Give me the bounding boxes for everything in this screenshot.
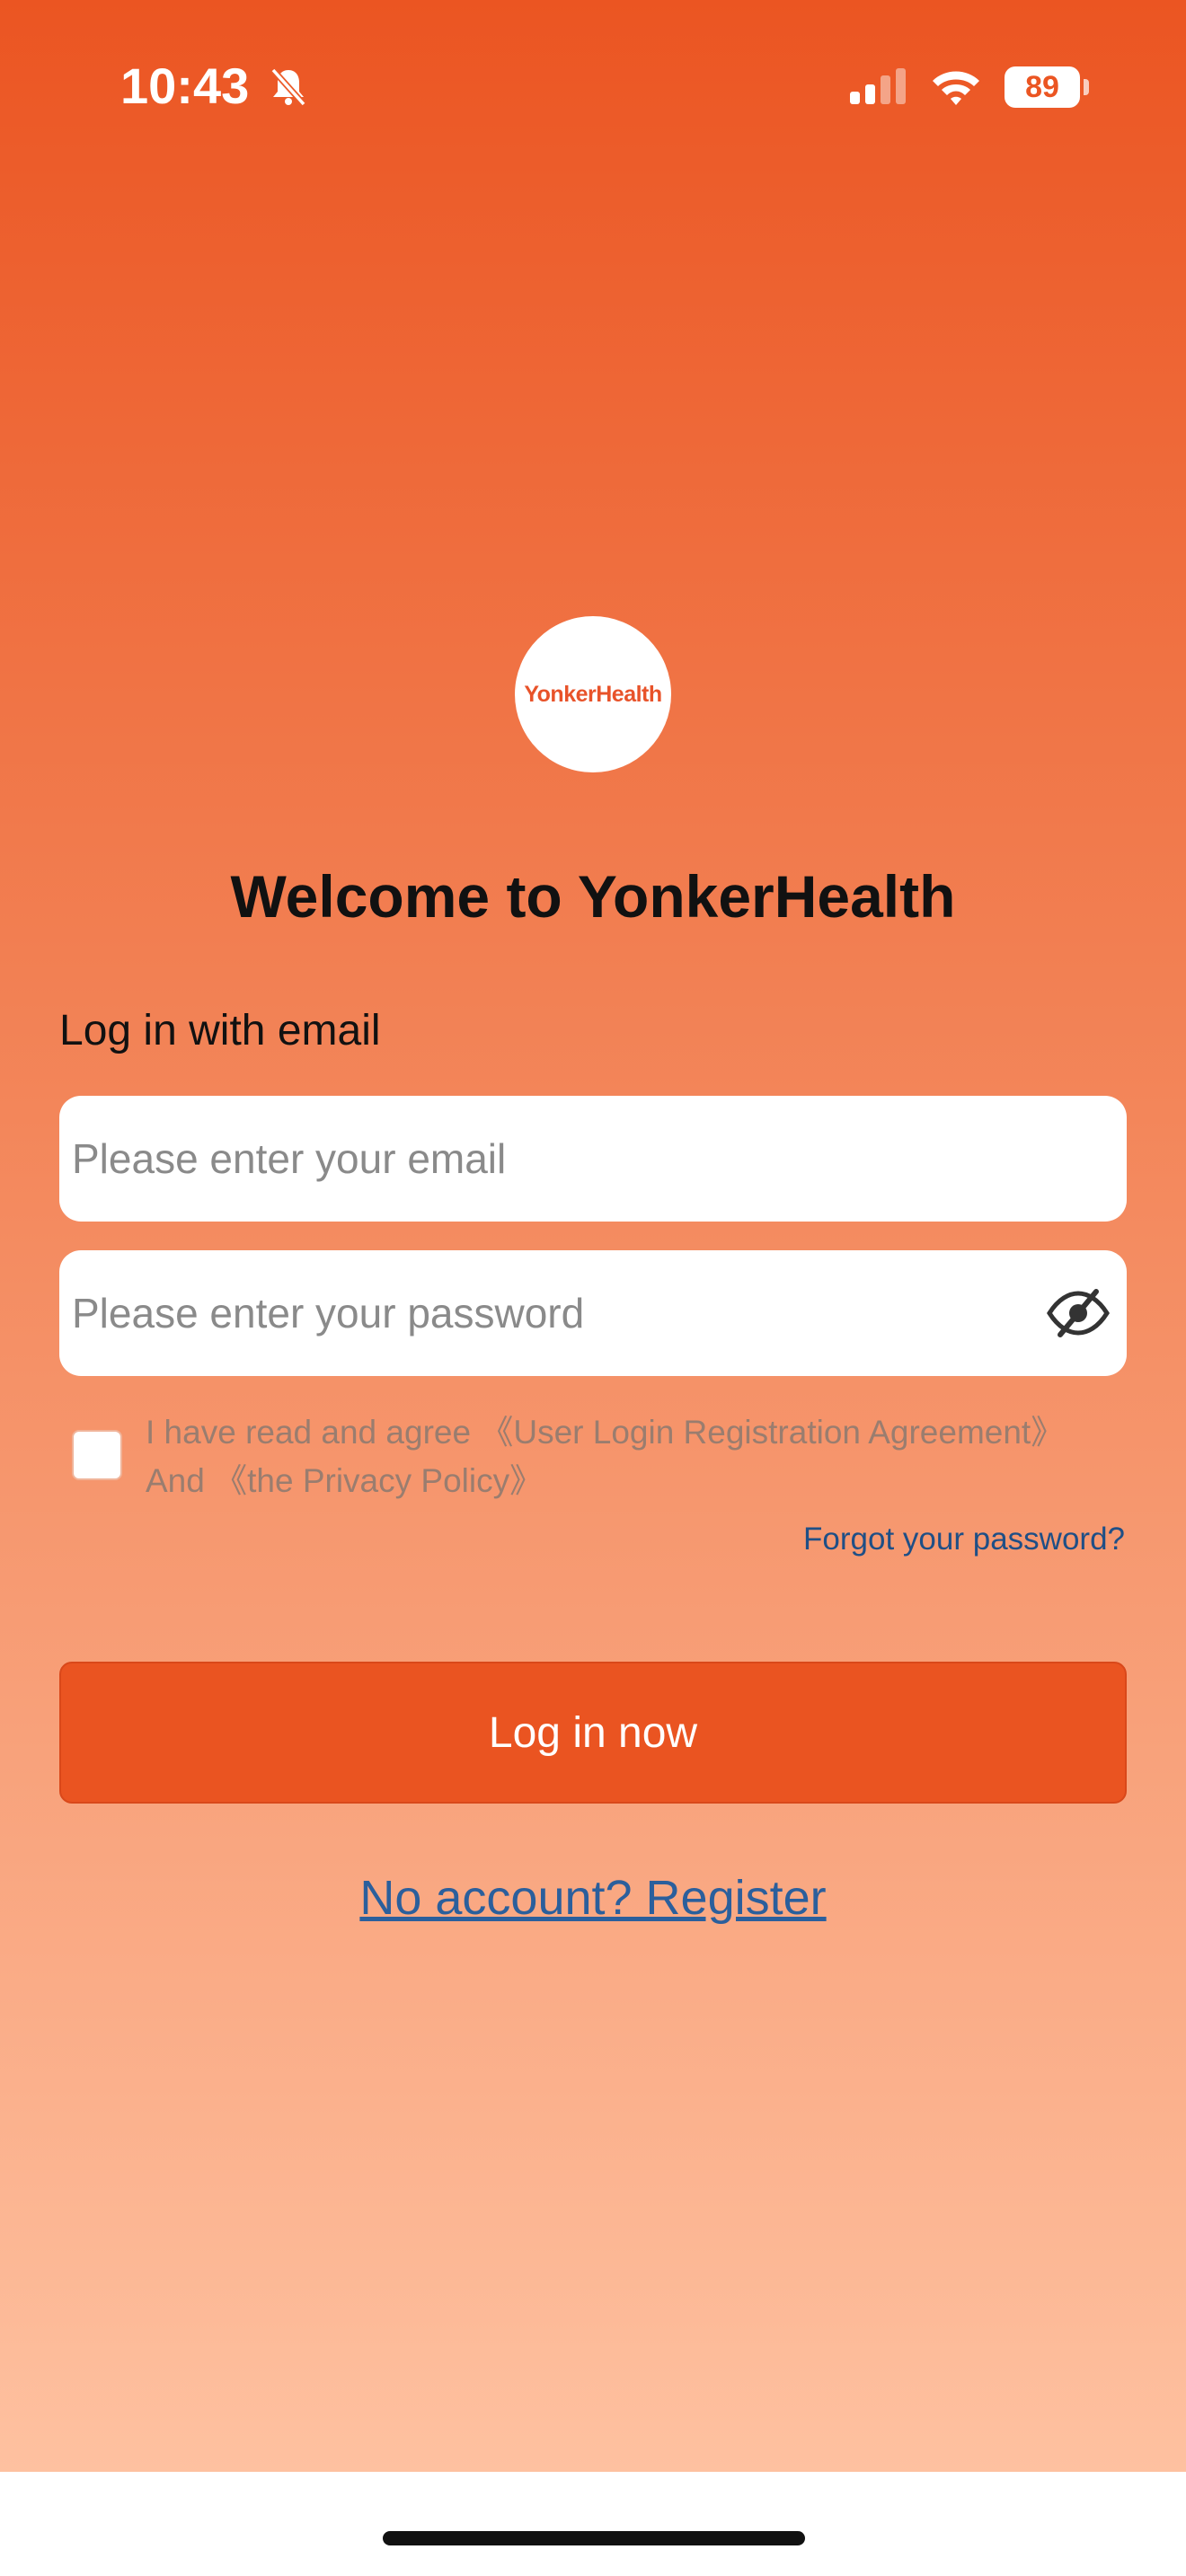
- home-indicator[interactable]: [383, 2531, 805, 2545]
- agreement-prefix: I have read and agree: [146, 1414, 481, 1451]
- home-indicator-area: [0, 2472, 1186, 2576]
- battery-icon: 89: [1005, 66, 1080, 108]
- eye-slash-icon[interactable]: [1046, 1286, 1111, 1340]
- register-link-container: No account? Register: [0, 1866, 1186, 1929]
- privacy-policy-link[interactable]: 《the Privacy Policy》: [214, 1462, 543, 1499]
- bell-slash-icon: [270, 67, 306, 107]
- email-field-container: [59, 1096, 1127, 1222]
- wifi-icon: [933, 71, 979, 105]
- password-input[interactable]: [72, 1250, 1024, 1376]
- agreement-and: And: [146, 1462, 215, 1499]
- forgot-password-link[interactable]: Forgot your password?: [803, 1518, 1125, 1561]
- app-logo: YonkerHealth: [515, 616, 671, 772]
- battery-cap: [1084, 79, 1089, 95]
- register-link[interactable]: No account? Register: [359, 1871, 826, 1925]
- agreement-checkbox[interactable]: [72, 1430, 122, 1480]
- email-input[interactable]: [72, 1096, 1105, 1222]
- welcome-title: Welcome to YonkerHealth: [230, 863, 956, 930]
- password-field-container: [59, 1250, 1127, 1376]
- login-button[interactable]: Log in now: [59, 1662, 1127, 1804]
- status-time: 10:43: [120, 57, 250, 114]
- cellular-signal-icon: [850, 68, 906, 104]
- agreement-text: I have read and agree 《User Login Regist…: [146, 1408, 1116, 1505]
- user-agreement-link[interactable]: 《User Login Registration Agreement》: [480, 1414, 1064, 1451]
- login-method-label: Log in with email: [59, 1007, 381, 1054]
- login-screen: 10:43 89 YonkerHealth Welcome to YonkerH…: [0, 0, 1186, 2472]
